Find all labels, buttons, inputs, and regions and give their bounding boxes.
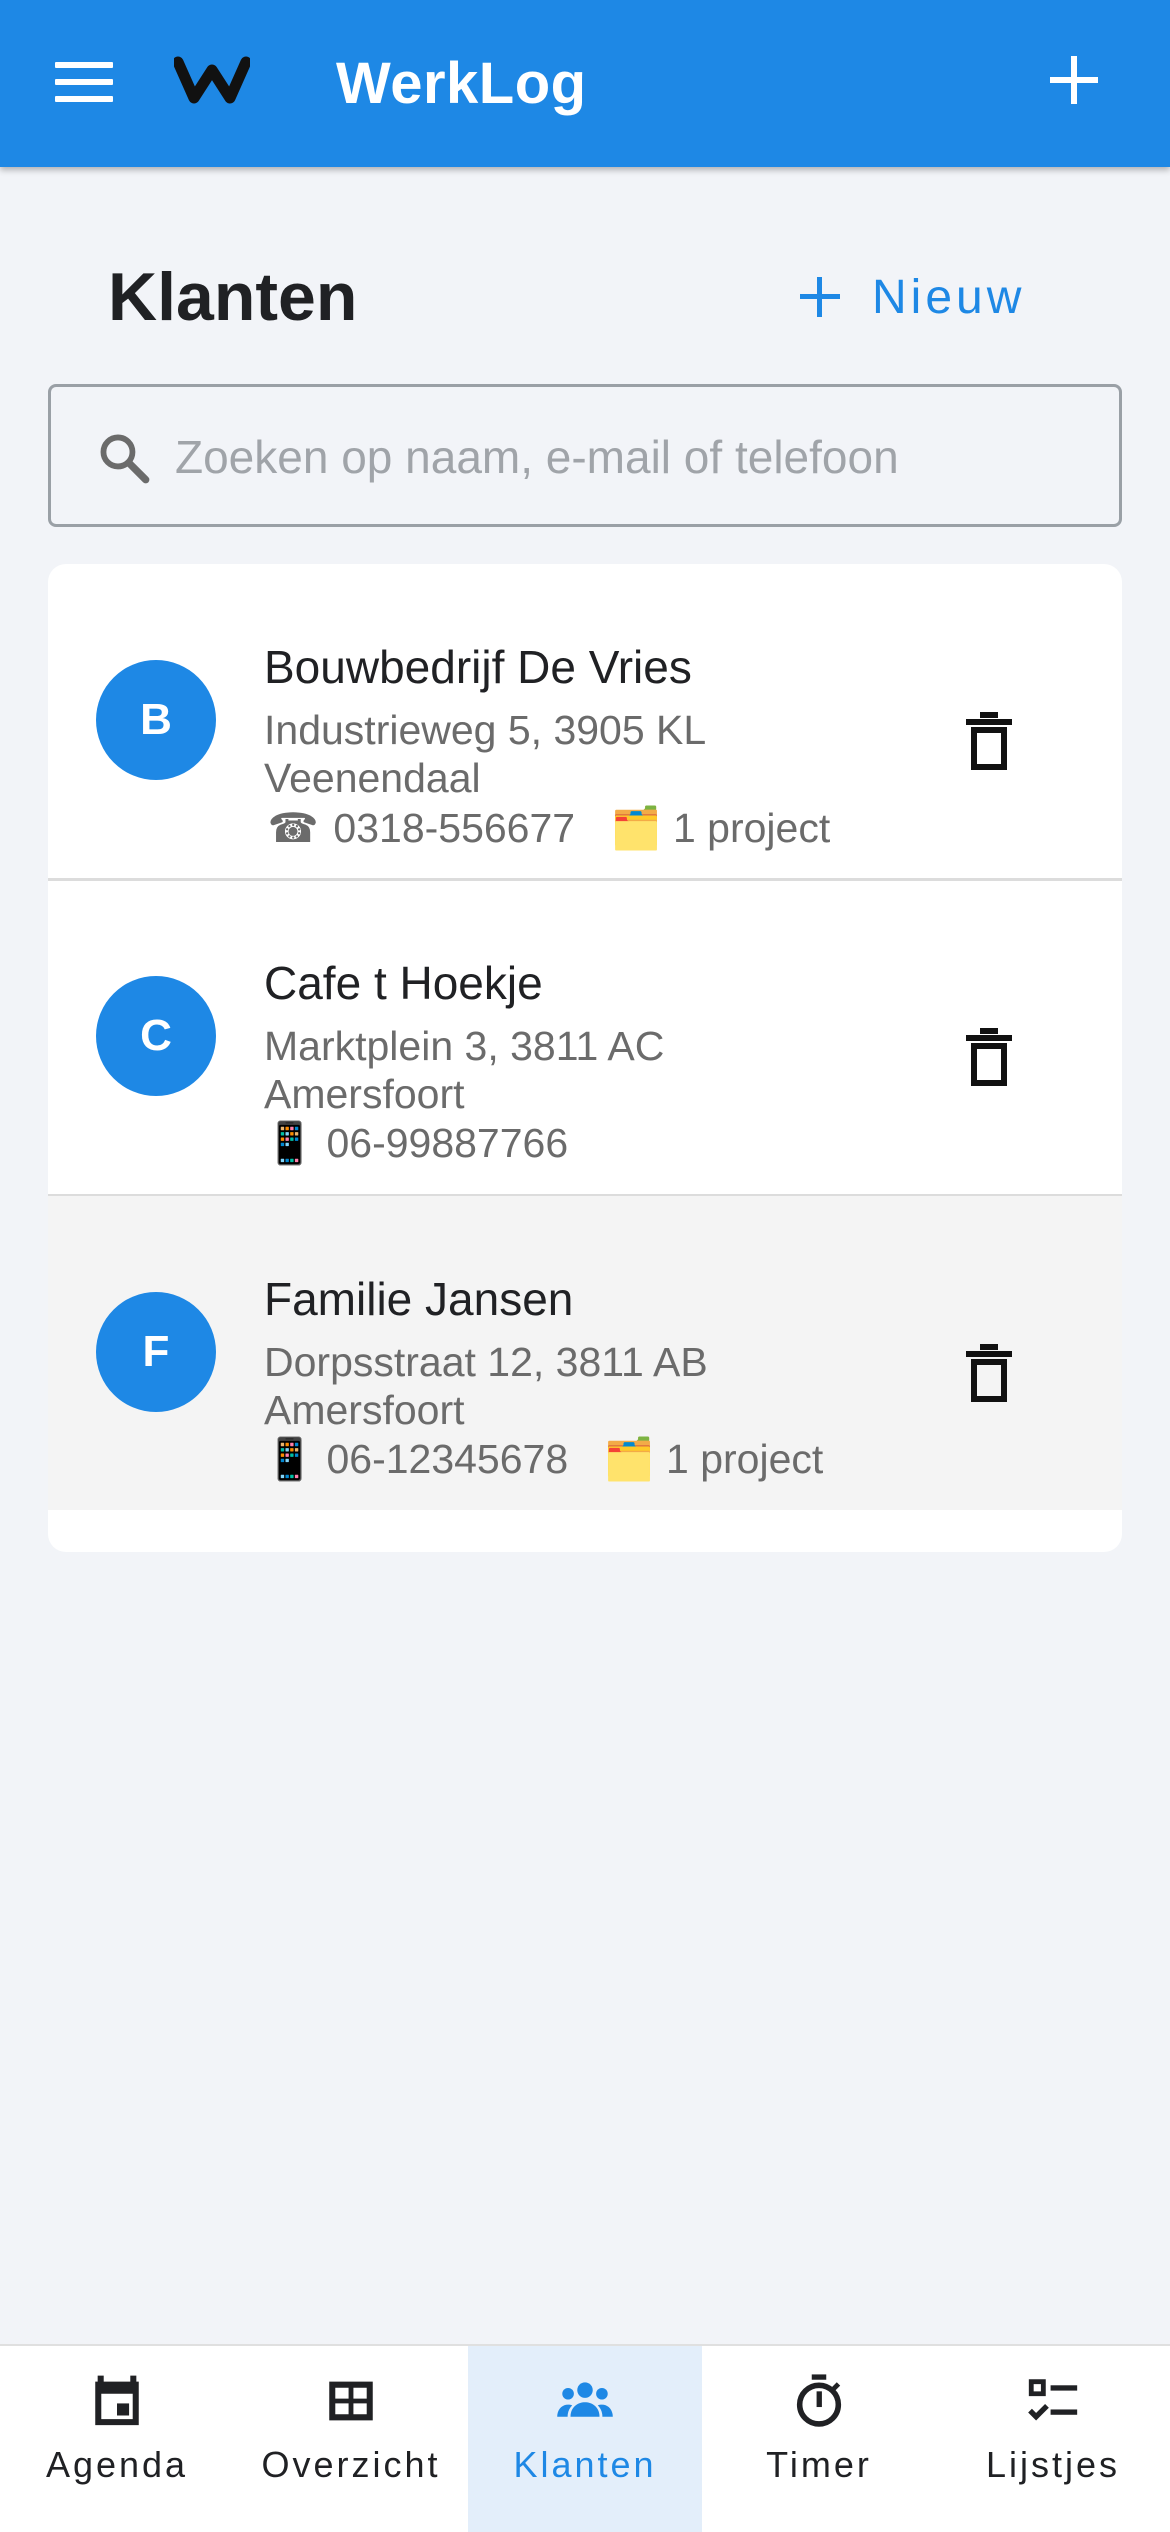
mobile-phone-icon: 📱 xyxy=(264,1120,316,1166)
folder-icon: 🗂️ xyxy=(610,805,662,851)
client-name: Cafe t Hoekje xyxy=(264,957,543,1009)
calendar-icon xyxy=(95,2375,139,2426)
stopwatch-icon xyxy=(796,2374,842,2427)
client-list: B Bouwbedrijf De Vries Industrieweg 5, 3… xyxy=(48,564,1122,1552)
app-bar: WerkLog xyxy=(0,0,1170,167)
nav-item-klanten[interactable]: Klanten xyxy=(468,2346,702,2532)
client-phone: 06-12345678 xyxy=(326,1436,569,1482)
plus-icon[interactable] xyxy=(1050,56,1098,104)
client-meta: 📱 06-12345678 🗂️ 1 project xyxy=(264,1436,823,1484)
mobile-phone-icon: 📱 xyxy=(264,1436,316,1482)
table-icon xyxy=(329,2381,373,2421)
client-phone: 0318-556677 xyxy=(333,805,576,851)
delete-icon[interactable] xyxy=(966,712,1012,775)
nav-item-timer[interactable]: Timer xyxy=(702,2346,936,2532)
search-input[interactable] xyxy=(175,417,1075,497)
search-icon xyxy=(95,429,153,492)
client-address: Industrieweg 5, 3905 KL Veenendaal xyxy=(264,707,705,801)
app-title: WerkLog xyxy=(336,51,587,116)
delete-icon[interactable] xyxy=(966,1344,1012,1407)
client-address: Dorpsstraat 12, 3811 AB Amersfoort xyxy=(264,1339,708,1433)
avatar: C xyxy=(96,976,216,1096)
nav-item-lijstjes[interactable]: Lijstjes xyxy=(936,2346,1170,2532)
delete-icon[interactable] xyxy=(966,1028,1012,1091)
client-address: Marktplein 3, 3811 AC Amersfoort xyxy=(264,1023,665,1117)
nav-item-overzicht[interactable]: Overzicht xyxy=(234,2346,468,2532)
people-icon xyxy=(557,2382,613,2417)
new-button-label: Nieuw xyxy=(872,270,1026,324)
nav-label: Agenda xyxy=(45,2444,189,2485)
folder-icon: 🗂️ xyxy=(603,1436,655,1482)
client-row[interactable]: F Familie Jansen Dorpsstraat 12, 3811 AB… xyxy=(48,1196,1122,1510)
client-name: Familie Jansen xyxy=(264,1273,574,1325)
client-projects: 1 project xyxy=(672,805,831,851)
avatar: F xyxy=(96,1292,216,1412)
new-client-button[interactable]: Nieuw xyxy=(800,262,1025,332)
client-phone: 06-99887766 xyxy=(326,1120,569,1166)
page-title: Klanten xyxy=(108,259,358,335)
client-row[interactable]: C Cafe t Hoekje Marktplein 3, 3811 AC Am… xyxy=(48,880,1122,1194)
avatar: B xyxy=(96,660,216,780)
client-projects: 1 project xyxy=(666,1436,824,1482)
client-row[interactable]: B Bouwbedrijf De Vries Industrieweg 5, 3… xyxy=(48,564,1122,878)
client-name: Bouwbedrijf De Vries xyxy=(264,641,692,693)
client-meta: ☎ 0318-556677 🗂️ 1 project xyxy=(264,804,830,853)
plus-icon xyxy=(800,277,840,317)
werklog-logo xyxy=(172,56,252,109)
nav-label: Overzicht xyxy=(261,2444,441,2485)
nav-item-agenda[interactable]: Agenda xyxy=(0,2346,234,2532)
client-meta: 📱 06-99887766 xyxy=(264,1120,568,1168)
search-field[interactable] xyxy=(48,384,1122,527)
bottom-navigation: Agenda Overzicht Klanten Timer Lijstjes xyxy=(0,2344,1170,2532)
menu-icon[interactable] xyxy=(55,62,113,102)
nav-label: Klanten xyxy=(513,2444,657,2485)
nav-label: Lijstjes xyxy=(985,2444,1121,2485)
checklist-icon xyxy=(1028,2379,1078,2421)
nav-label: Timer xyxy=(766,2444,872,2485)
telephone-icon: ☎ xyxy=(267,805,319,851)
